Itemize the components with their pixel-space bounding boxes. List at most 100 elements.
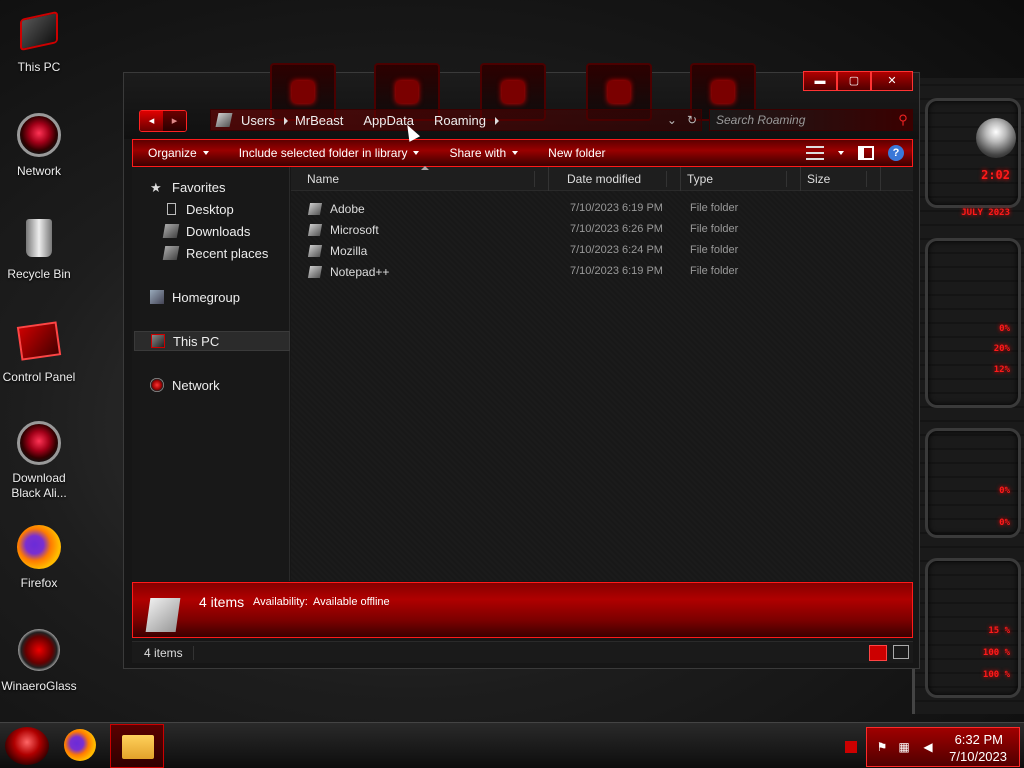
breadcrumb-separator-icon[interactable] [494,116,499,125]
file-row[interactable]: Notepad++ 7/10/2023 6:19 PM File folder [303,262,903,282]
column-header: Name Date modified Type Size [291,166,913,191]
firefox-icon [16,524,62,570]
desktop-icon-winaeroglass[interactable]: WinaeroGlass [1,621,77,707]
gadget-readout: 0% [999,518,1010,528]
back-button[interactable]: ◂ [140,111,163,131]
breadcrumb-roaming[interactable]: Roaming [434,113,499,128]
volume-muted-icon[interactable]: ◀ [921,740,935,754]
nav-this-pc[interactable]: This PC [134,331,290,351]
status-item-count: 4 items [144,646,194,660]
status-bar: 4 items [132,641,913,663]
file-row[interactable]: Mozilla 7/10/2023 6:24 PM File folder [303,241,903,261]
desktop-icon-label: WinaeroGlass [1,679,77,693]
folder-icon [307,245,323,257]
computer-icon [16,8,62,54]
nav-label: Downloads [186,223,251,239]
nav-label: Favorites [172,179,226,195]
desktop-icon-control-panel[interactable]: Control Panel [2,312,76,398]
nav-label: Recent places [186,245,269,261]
folder-icon [307,266,323,278]
column-type[interactable]: Type [681,167,801,191]
share-with-button[interactable]: Share with [434,146,533,160]
title-bar: ▬ ▢ ✕ ◂ ▸ Users MrBeast AppData Roaming … [124,63,919,139]
organize-label: Organize [148,146,197,160]
gadget-readout: 100 % [982,648,1010,658]
column-label: Size [807,172,831,186]
file-date: 7/10/2023 6:19 PM [570,265,663,277]
chevron-down-icon [202,151,209,155]
column-name[interactable]: Name [291,166,549,191]
file-explorer-taskbar-button[interactable] [110,724,164,768]
preview-pane-icon[interactable] [858,146,874,160]
nav-buttons: ◂ ▸ [139,110,187,132]
show-hidden-icons-icon[interactable] [845,741,857,753]
new-folder-label: New folder [548,146,606,160]
breadcrumb-users[interactable]: Users [241,112,288,128]
forward-button[interactable]: ▸ [163,111,186,131]
search-input[interactable] [716,113,894,127]
system-monitor-gadget: 2:02 JULY 2023 0% 20% 12% 0% 0% 15 % 100… [912,78,1024,714]
column-dropdown[interactable] [866,171,880,187]
nav-network[interactable]: Network [150,375,306,395]
desktop-icon-network[interactable]: Network [2,106,76,192]
gadget-readout: 2:02 [981,168,1010,182]
column-label: Type [687,172,714,186]
nav-label: Desktop [186,201,234,217]
homegroup-icon [150,290,164,304]
maximize-button[interactable]: ▢ [837,71,871,91]
file-type: File folder [690,265,739,277]
close-button[interactable]: ✕ [871,71,913,91]
breadcrumb-label: MrBeast [294,112,344,128]
chevron-down-icon[interactable] [838,151,844,155]
action-center-flag-icon[interactable]: ⚑ [875,740,889,754]
desktop-icon-firefox[interactable]: Firefox [2,518,76,604]
help-icon[interactable]: ? [888,145,904,161]
alien-orb-icon [16,421,62,465]
large-icons-view-icon[interactable] [893,645,909,659]
column-dropdown[interactable] [666,171,680,187]
address-history-chevron-icon[interactable]: ⌄ [667,113,677,127]
change-view-icon[interactable] [806,146,824,160]
search-box[interactable]: ⚲ [709,109,913,131]
column-size[interactable]: Size [801,167,881,191]
details-view-icon[interactable] [869,645,887,661]
nav-homegroup[interactable]: Homegroup [150,287,306,307]
address-bar[interactable]: Users MrBeast AppData Roaming ⌄ ↻ [210,109,702,131]
file-row[interactable]: Microsoft 7/10/2023 6:26 PM File folder [303,220,903,240]
column-dropdown[interactable] [786,171,800,187]
clock-date[interactable]: 7/10/2023 [949,749,1007,764]
gadget-readout: JULY 2023 [961,208,1010,218]
breadcrumb-separator-icon[interactable] [283,116,288,125]
desktop-icon-label: Control Panel [2,370,76,384]
desktop-icon-recycle-bin[interactable]: Recycle Bin [2,209,76,295]
search-icon[interactable]: ⚲ [894,111,912,129]
column-date-modified[interactable]: Date modified [561,167,681,191]
desktop-icon-this-pc[interactable]: This PC [2,2,76,88]
file-row[interactable]: Adobe 7/10/2023 6:19 PM File folder [303,199,903,219]
gadget-panel [925,238,1021,408]
desktop-icon-download-black-alien[interactable]: Download Black Ali... [2,415,76,501]
nav-label: Homegroup [172,289,240,305]
gadget-readout: 15 % [988,626,1010,636]
breadcrumb-label: Users [241,112,275,128]
new-folder-button[interactable]: New folder [533,146,620,160]
window-controls: ▬ ▢ ✕ [803,71,913,91]
breadcrumb-mrbeast[interactable]: MrBeast [295,113,343,128]
downloads-icon [162,224,180,238]
refresh-icon[interactable]: ↻ [687,113,697,127]
explorer-window: ▬ ▢ ✕ ◂ ▸ Users MrBeast AppData Roaming … [123,63,920,669]
firefox-taskbar-icon[interactable] [64,729,96,761]
star-icon: ★ [150,180,162,195]
control-panel-icon [16,318,62,364]
include-in-library-button[interactable]: Include selected folder in library [224,146,435,160]
column-dropdown[interactable] [534,171,548,187]
nav-favorites[interactable]: ★ Favorites [150,177,306,197]
organize-menu-button[interactable]: Organize [133,146,224,160]
details-availability-value: Available offline [313,596,390,608]
gadget-readout: 20% [993,344,1010,354]
start-button[interactable] [5,727,49,765]
network-tray-icon[interactable]: ▦ [897,740,911,754]
desktop-icon-label: Download Black Ali... [11,471,67,500]
minimize-button[interactable]: ▬ [803,71,837,91]
clock-time[interactable]: 6:32 PM [955,732,1003,747]
